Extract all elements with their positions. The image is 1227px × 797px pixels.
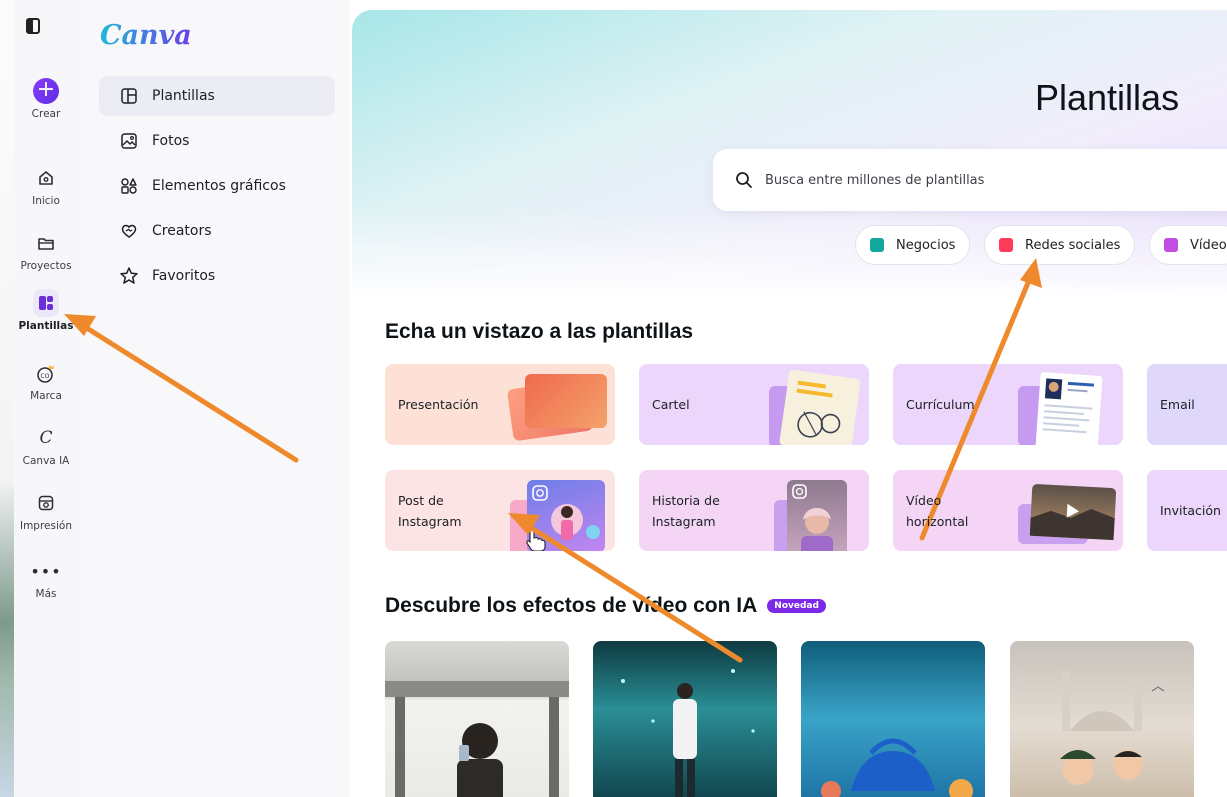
video-effect-card[interactable]	[801, 641, 985, 797]
window-edge-strip	[0, 0, 14, 797]
video-icon	[1164, 238, 1178, 252]
rail-item-home[interactable]: Inicio	[14, 165, 78, 207]
subnav-item-templates[interactable]: Plantillas	[99, 76, 335, 116]
templates-section-title: Echa un vistazo a las plantillas	[385, 320, 694, 343]
rail-item-label: Más	[35, 588, 57, 600]
template-card-historia-instagram[interactable]: Historia de Instagram	[639, 470, 869, 551]
subnav-item-label: Creators	[152, 223, 212, 239]
template-card-label: Currículum	[906, 397, 975, 412]
video-effect-card[interactable]	[593, 641, 777, 797]
templates-icon	[33, 289, 59, 317]
rail-item-print[interactable]: Impresión	[14, 490, 78, 532]
instagram-story-thumbnail	[787, 480, 847, 551]
video-effect-card[interactable]	[1010, 641, 1194, 797]
rail-item-label: Plantillas	[18, 320, 74, 332]
subnav-item-elements[interactable]: Elementos gráficos	[99, 166, 335, 206]
rail-item-label: Proyectos	[20, 260, 72, 272]
subnav-item-favorites[interactable]: Favoritos	[99, 256, 335, 296]
presentation-thumbnail	[525, 374, 607, 428]
rail-item-brand[interactable]: CO Marca	[14, 360, 78, 402]
template-card-label: Invitación	[1160, 503, 1221, 518]
page-title: Plantillas	[1035, 77, 1180, 118]
chip-video[interactable]: Vídeo	[1149, 225, 1227, 265]
subnav-item-label: Plantillas	[152, 88, 215, 104]
brand-icon: CO	[33, 360, 59, 386]
hand-cursor-icon	[525, 526, 547, 551]
chip-negocios[interactable]: Negocios	[855, 225, 971, 265]
rail-item-create[interactable]: + Crear	[14, 78, 78, 121]
social-media-icon	[999, 238, 1013, 252]
rail-item-canva-ai[interactable]: C Canva IA	[14, 425, 78, 467]
poster-thumbnail	[779, 369, 861, 445]
folder-icon	[33, 230, 59, 256]
photo-icon	[119, 131, 139, 151]
more-icon: •••	[30, 561, 62, 581]
rail-item-templates[interactable]: Plantillas	[14, 289, 78, 332]
business-icon	[870, 238, 884, 252]
secondary-sidebar	[84, 0, 350, 797]
template-card-label: Email	[1160, 397, 1195, 412]
svg-text:CO: CO	[41, 373, 50, 380]
template-card-label: Cartel	[652, 397, 690, 412]
subnav-item-label: Favoritos	[152, 268, 216, 284]
rail-item-projects[interactable]: Proyectos	[14, 230, 78, 272]
new-badge: Novedad	[767, 599, 826, 613]
template-card-label: Vídeo horizontal	[906, 492, 969, 529]
plus-icon: +	[33, 78, 59, 104]
video-thumbnail	[1029, 483, 1117, 541]
subnav-item-creators[interactable]: Creators	[99, 211, 335, 251]
video-effects-title-text: Descubre los efectos de vídeo con IA	[385, 594, 758, 617]
shapes-icon	[119, 176, 139, 196]
video-effects-section-title: Descubre los efectos de vídeo con IA Nove…	[385, 594, 826, 618]
rail-item-label: Inicio	[32, 195, 60, 207]
home-icon	[33, 165, 59, 191]
chip-redes-sociales[interactable]: Redes sociales	[984, 225, 1136, 265]
rail-item-label: Canva IA	[22, 455, 70, 467]
template-search-bar[interactable]	[713, 149, 1227, 211]
template-card-post-instagram[interactable]: Post de Instagram	[385, 470, 615, 551]
template-layout-icon	[119, 86, 139, 106]
chip-label: Negocios	[896, 237, 956, 253]
search-input[interactable]	[765, 172, 1165, 188]
subnav-item-label: Elementos gráficos	[152, 178, 286, 194]
rail-item-label: Impresión	[19, 520, 72, 532]
chip-label: Redes sociales	[1025, 237, 1121, 253]
template-card-video-horizontal[interactable]: Vídeo horizontal	[893, 470, 1123, 551]
chip-label: Vídeo	[1190, 237, 1227, 253]
template-card-label: Historia de Instagram	[652, 492, 720, 529]
star-icon	[119, 266, 139, 286]
rail-item-label: Marca	[30, 390, 62, 402]
template-card-invitacion[interactable]: Invitación	[1147, 470, 1227, 551]
subnav-item-photos[interactable]: Fotos	[99, 121, 335, 161]
sidebar-toggle-icon[interactable]	[26, 18, 40, 34]
template-card-label: Presentación	[398, 397, 479, 412]
video-effect-card[interactable]	[385, 641, 569, 797]
template-card-presentacion[interactable]: Presentación	[385, 364, 615, 445]
print-icon	[33, 490, 59, 516]
canva-logo[interactable]: Canva	[100, 20, 192, 51]
creators-heart-icon	[119, 221, 139, 241]
resume-thumbnail	[1035, 371, 1103, 445]
main-content: Plantillas Negocios Redes sociales Vídeo…	[352, 10, 1227, 797]
canva-ai-icon: C	[39, 428, 53, 448]
rail-item-more[interactable]: ••• Más	[14, 558, 78, 601]
subnav-item-label: Fotos	[152, 133, 190, 149]
search-icon	[735, 171, 753, 189]
template-card-label: Post de Instagram	[398, 492, 462, 529]
template-card-cartel[interactable]: Cartel	[639, 364, 869, 445]
rail-item-label: Crear	[31, 108, 61, 120]
template-card-curriculum[interactable]: Currículum	[893, 364, 1123, 445]
template-card-email[interactable]: Email	[1147, 364, 1227, 445]
